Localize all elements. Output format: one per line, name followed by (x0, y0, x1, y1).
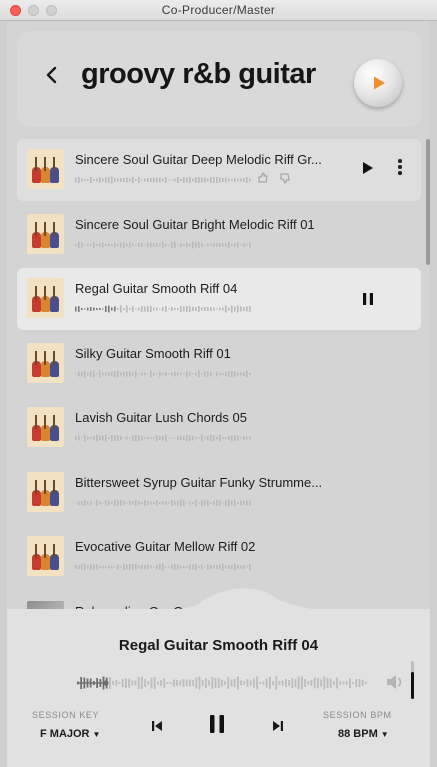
result-waveform (75, 499, 251, 506)
result-row[interactable]: Sincere Soul Guitar Bright Melodic Riff … (17, 204, 421, 266)
result-thumbnail (27, 149, 64, 189)
session-bpm-label: SESSION BPM (323, 710, 392, 720)
result-row[interactable]: Regal Guitar Smooth Riff 04 (17, 268, 421, 330)
volume-slider[interactable] (411, 661, 414, 699)
result-row[interactable]: Silky Guitar Smooth Riff 01 (17, 333, 421, 395)
app-window: Co-Producer/Master groovy r&b guitar Sin… (0, 0, 437, 767)
result-title: Bittersweet Syrup Guitar Funky Strumme..… (75, 474, 323, 490)
result-title: Lavish Guitar Lush Chords 05 (75, 410, 247, 425)
back-button[interactable] (45, 65, 65, 91)
now-playing-title: Regal Guitar Smooth Riff 04 (118, 637, 319, 654)
result-waveform (75, 563, 251, 571)
caret-down-icon: ▼ (92, 730, 101, 739)
result-thumbnail (27, 342, 64, 383)
title-bar: Co-Producer/Master (0, 0, 437, 21)
result-thumbnail (27, 471, 64, 512)
result-title: Sincere Soul Guitar Bright Melodic Riff … (75, 216, 315, 232)
result-title: Regal Guitar Smooth Riff 04 (75, 281, 238, 296)
result-waveform (75, 434, 251, 442)
pause-button[interactable] (207, 713, 227, 740)
skip-back-icon (152, 721, 162, 731)
playback-position-handle (103, 680, 109, 686)
playback-waveform[interactable] (77, 675, 367, 691)
result-thumbnail (27, 213, 64, 254)
result-waveform (75, 370, 251, 377)
result-thumbnail (27, 278, 64, 318)
play-icon (363, 162, 373, 174)
volume-icon (387, 675, 402, 689)
result-waveform (75, 305, 251, 313)
session-bpm-value: 88 BPM (338, 728, 378, 740)
window-title: Co-Producer/Master (161, 3, 276, 17)
row-pause-button[interactable] (362, 292, 374, 311)
result-title: Sincere Soul Guitar Deep Melodic Riff Gr… (75, 152, 322, 167)
result-title: Silky Guitar Smooth Riff 01 (75, 345, 231, 361)
skip-forward-icon (273, 721, 283, 731)
result-row[interactable]: Lavish Guitar Lush Chords 05 (17, 397, 421, 459)
thumbs-feedback-icons[interactable] (257, 172, 297, 184)
row-play-button[interactable] (362, 161, 374, 180)
main-panel: groovy r&b guitar Sincere Soul Guitar De… (7, 21, 430, 767)
search-query-title: groovy r&b guitar (81, 58, 316, 90)
next-button[interactable] (271, 719, 285, 738)
more-options-button[interactable] (397, 159, 403, 177)
result-title: Evocative Guitar Mellow Riff 02 (75, 539, 256, 554)
session-key-dropdown[interactable]: F MAJOR ▼ (40, 728, 100, 740)
pause-icon (210, 715, 224, 733)
result-thumbnail (27, 407, 64, 447)
result-row[interactable]: Bittersweet Syrup Guitar Funky Strumme..… (17, 462, 421, 524)
result-row[interactable]: Sincere Soul Guitar Deep Melodic Riff Gr… (17, 139, 421, 201)
caret-down-icon: ▼ (380, 730, 389, 739)
volume-button[interactable] (385, 673, 405, 696)
search-header: groovy r&b guitar (17, 31, 422, 127)
session-bpm-dropdown[interactable]: 88 BPM ▼ (338, 728, 389, 740)
volume-level (411, 672, 414, 699)
pause-icon (363, 293, 373, 305)
chevron-left-icon (46, 66, 57, 84)
session-key-label: SESSION KEY (32, 710, 100, 720)
result-waveform (75, 241, 251, 248)
play-icon (374, 76, 385, 90)
result-thumbnail (27, 536, 64, 576)
previous-button[interactable] (150, 719, 164, 738)
results-scrollbar[interactable] (426, 139, 430, 265)
play-all-button[interactable] (354, 59, 402, 107)
session-key-value: F MAJOR (40, 728, 90, 740)
result-waveform (75, 176, 251, 184)
